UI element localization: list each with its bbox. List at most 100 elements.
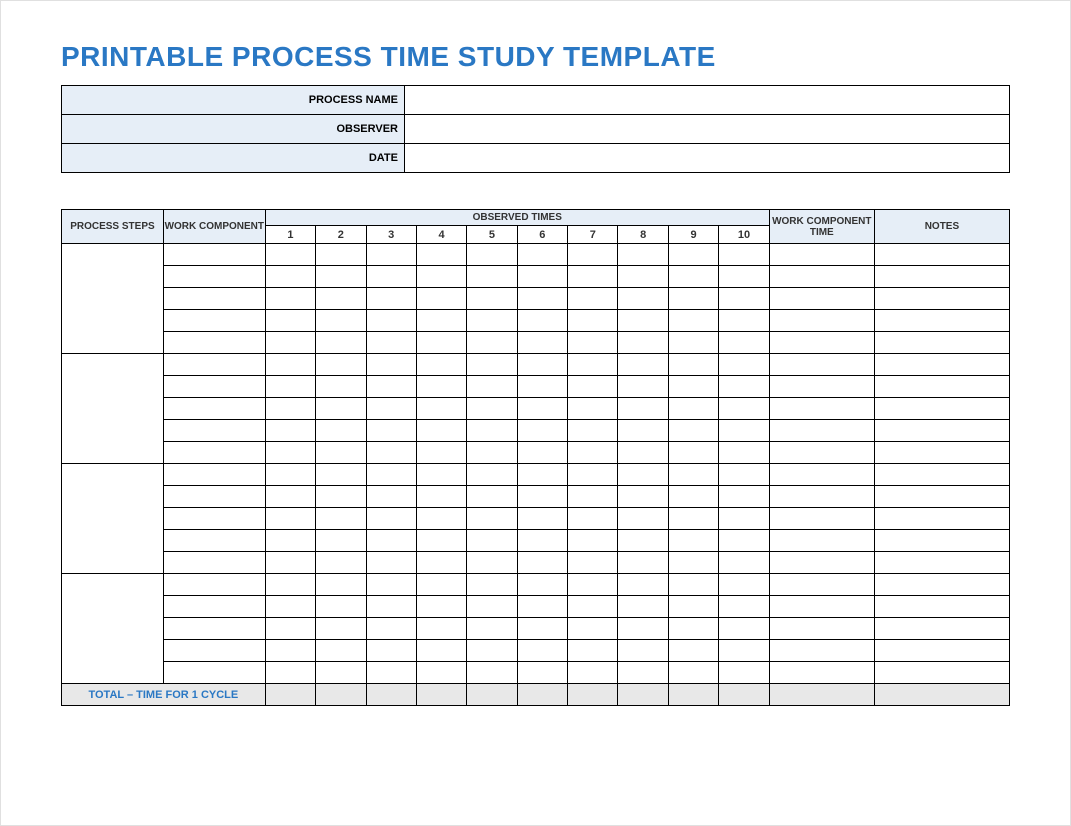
observed-time-cell[interactable] xyxy=(517,618,567,640)
observed-time-cell[interactable] xyxy=(719,530,770,552)
observed-time-cell[interactable] xyxy=(316,508,366,530)
observed-time-cell[interactable] xyxy=(668,354,718,376)
observed-time-cell[interactable] xyxy=(316,618,366,640)
observed-time-cell[interactable] xyxy=(316,288,366,310)
observed-time-cell[interactable] xyxy=(467,486,517,508)
observed-time-cell[interactable] xyxy=(316,574,366,596)
observed-time-cell[interactable] xyxy=(265,508,315,530)
observed-time-cell[interactable] xyxy=(618,552,668,574)
observed-time-cell[interactable] xyxy=(416,508,466,530)
work-component-cell[interactable] xyxy=(163,530,265,552)
observed-time-cell[interactable] xyxy=(668,596,718,618)
notes-cell[interactable] xyxy=(874,420,1009,442)
observed-time-cell[interactable] xyxy=(568,486,618,508)
work-component-time-cell[interactable] xyxy=(769,310,874,332)
process-step-cell[interactable] xyxy=(62,244,164,354)
observed-time-cell[interactable] xyxy=(316,464,366,486)
observed-time-cell[interactable] xyxy=(568,618,618,640)
observed-time-cell[interactable] xyxy=(416,640,466,662)
observed-time-cell[interactable] xyxy=(366,596,416,618)
observed-time-cell[interactable] xyxy=(668,618,718,640)
observed-time-cell[interactable] xyxy=(366,310,416,332)
observed-time-cell[interactable] xyxy=(618,376,668,398)
observed-time-cell[interactable] xyxy=(265,310,315,332)
observed-time-cell[interactable] xyxy=(517,266,567,288)
notes-cell[interactable] xyxy=(874,442,1009,464)
observed-time-cell[interactable] xyxy=(366,486,416,508)
observed-time-cell[interactable] xyxy=(316,442,366,464)
observed-time-cell[interactable] xyxy=(668,266,718,288)
observed-time-cell[interactable] xyxy=(668,376,718,398)
observed-time-cell[interactable] xyxy=(618,574,668,596)
work-component-cell[interactable] xyxy=(163,332,265,354)
work-component-time-cell[interactable] xyxy=(769,288,874,310)
observed-time-cell[interactable] xyxy=(265,266,315,288)
observed-time-cell[interactable] xyxy=(416,618,466,640)
observed-time-cell[interactable] xyxy=(467,288,517,310)
observed-time-cell[interactable] xyxy=(316,420,366,442)
date-value[interactable] xyxy=(405,144,1010,173)
observed-time-cell[interactable] xyxy=(517,464,567,486)
work-component-time-cell[interactable] xyxy=(769,420,874,442)
work-component-cell[interactable] xyxy=(163,244,265,266)
observed-time-cell[interactable] xyxy=(467,530,517,552)
observed-time-cell[interactable] xyxy=(366,266,416,288)
work-component-cell[interactable] xyxy=(163,662,265,684)
work-component-time-cell[interactable] xyxy=(769,354,874,376)
notes-cell[interactable] xyxy=(874,266,1009,288)
observed-time-cell[interactable] xyxy=(316,530,366,552)
observed-time-cell[interactable] xyxy=(467,442,517,464)
observed-time-cell[interactable] xyxy=(668,662,718,684)
observed-time-cell[interactable] xyxy=(416,266,466,288)
notes-cell[interactable] xyxy=(874,640,1009,662)
observed-time-cell[interactable] xyxy=(416,442,466,464)
observed-time-cell[interactable] xyxy=(366,640,416,662)
observed-time-cell[interactable] xyxy=(366,398,416,420)
observed-time-cell[interactable] xyxy=(719,376,770,398)
observed-time-cell[interactable] xyxy=(416,596,466,618)
notes-cell[interactable] xyxy=(874,310,1009,332)
observed-time-cell[interactable] xyxy=(366,442,416,464)
observed-time-cell[interactable] xyxy=(618,662,668,684)
observed-time-cell[interactable] xyxy=(568,574,618,596)
notes-cell[interactable] xyxy=(874,354,1009,376)
observed-time-cell[interactable] xyxy=(719,420,770,442)
observed-time-cell[interactable] xyxy=(618,266,668,288)
observed-time-cell[interactable] xyxy=(668,310,718,332)
observed-time-cell[interactable] xyxy=(265,354,315,376)
observed-time-cell[interactable] xyxy=(568,552,618,574)
observed-time-cell[interactable] xyxy=(719,310,770,332)
observed-time-cell[interactable] xyxy=(416,420,466,442)
observed-time-cell[interactable] xyxy=(366,530,416,552)
observed-time-cell[interactable] xyxy=(719,442,770,464)
observed-time-cell[interactable] xyxy=(517,640,567,662)
work-component-cell[interactable] xyxy=(163,618,265,640)
observed-time-cell[interactable] xyxy=(366,332,416,354)
work-component-time-cell[interactable] xyxy=(769,442,874,464)
observed-time-cell[interactable] xyxy=(265,552,315,574)
work-component-cell[interactable] xyxy=(163,288,265,310)
work-component-cell[interactable] xyxy=(163,420,265,442)
observed-time-cell[interactable] xyxy=(568,310,618,332)
observed-time-cell[interactable] xyxy=(668,530,718,552)
observed-time-cell[interactable] xyxy=(265,574,315,596)
notes-cell[interactable] xyxy=(874,288,1009,310)
observed-time-cell[interactable] xyxy=(416,486,466,508)
observed-time-cell[interactable] xyxy=(366,464,416,486)
observed-time-cell[interactable] xyxy=(719,244,770,266)
observed-time-cell[interactable] xyxy=(416,288,466,310)
observed-time-cell[interactable] xyxy=(668,420,718,442)
observed-time-cell[interactable] xyxy=(265,486,315,508)
observed-time-cell[interactable] xyxy=(517,376,567,398)
observed-time-cell[interactable] xyxy=(668,398,718,420)
observed-time-cell[interactable] xyxy=(618,420,668,442)
observed-time-cell[interactable] xyxy=(568,420,618,442)
observed-time-cell[interactable] xyxy=(467,574,517,596)
observed-time-cell[interactable] xyxy=(416,464,466,486)
observed-time-cell[interactable] xyxy=(416,354,466,376)
work-component-time-cell[interactable] xyxy=(769,464,874,486)
work-component-cell[interactable] xyxy=(163,552,265,574)
observed-time-cell[interactable] xyxy=(467,354,517,376)
observed-time-cell[interactable] xyxy=(568,662,618,684)
notes-cell[interactable] xyxy=(874,596,1009,618)
